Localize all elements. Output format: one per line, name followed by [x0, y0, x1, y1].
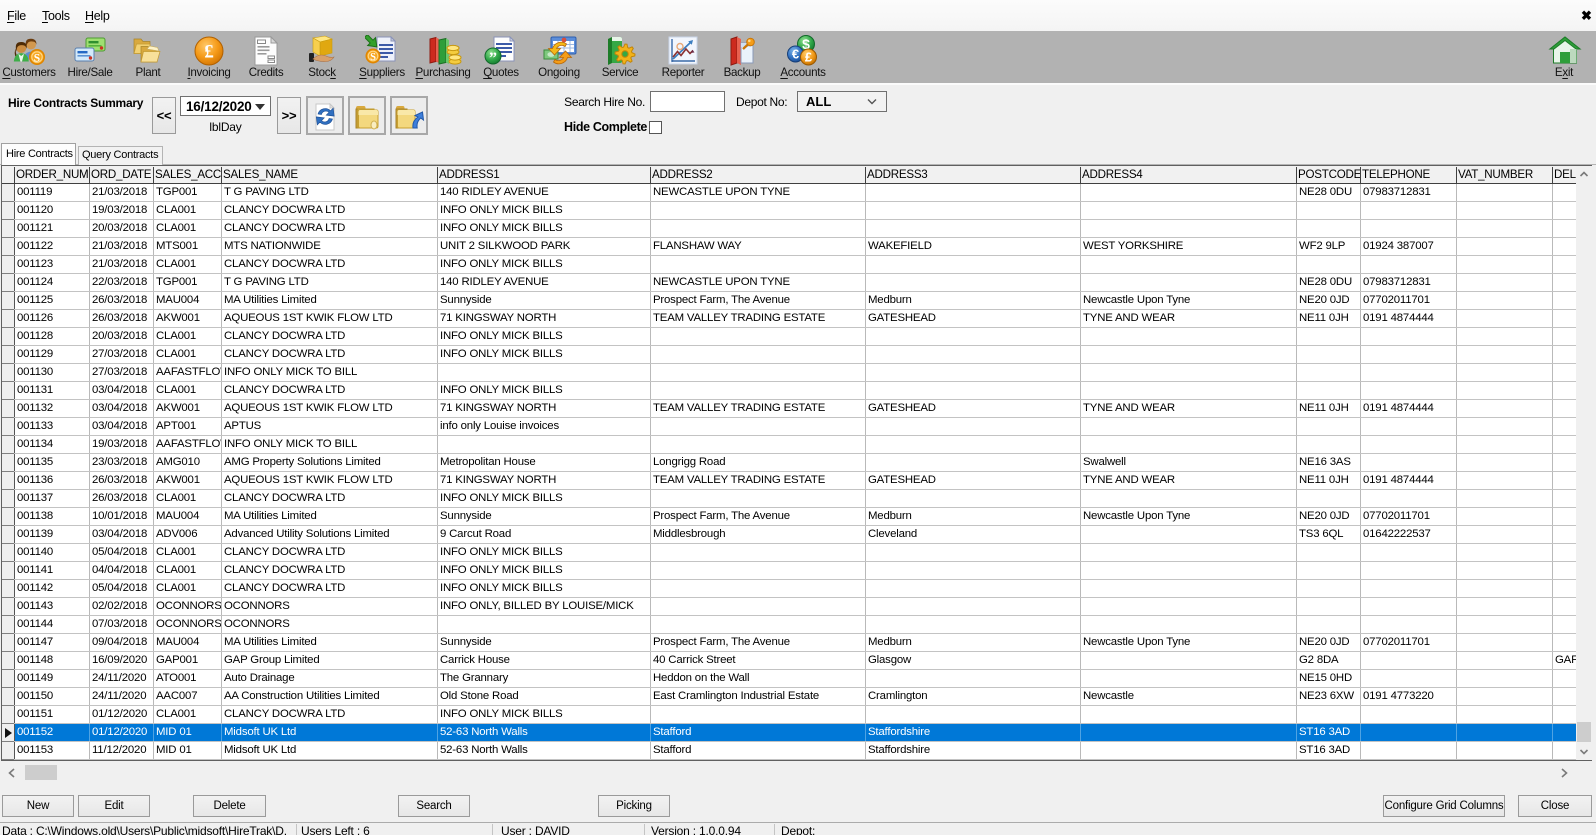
- svg-text:S: S: [34, 52, 40, 64]
- svg-text:£: £: [204, 42, 214, 63]
- svg-text:£: £: [805, 50, 813, 65]
- svg-text:€: €: [792, 47, 799, 62]
- svg-text:”: ”: [489, 50, 497, 67]
- svg-text:S: S: [370, 52, 376, 63]
